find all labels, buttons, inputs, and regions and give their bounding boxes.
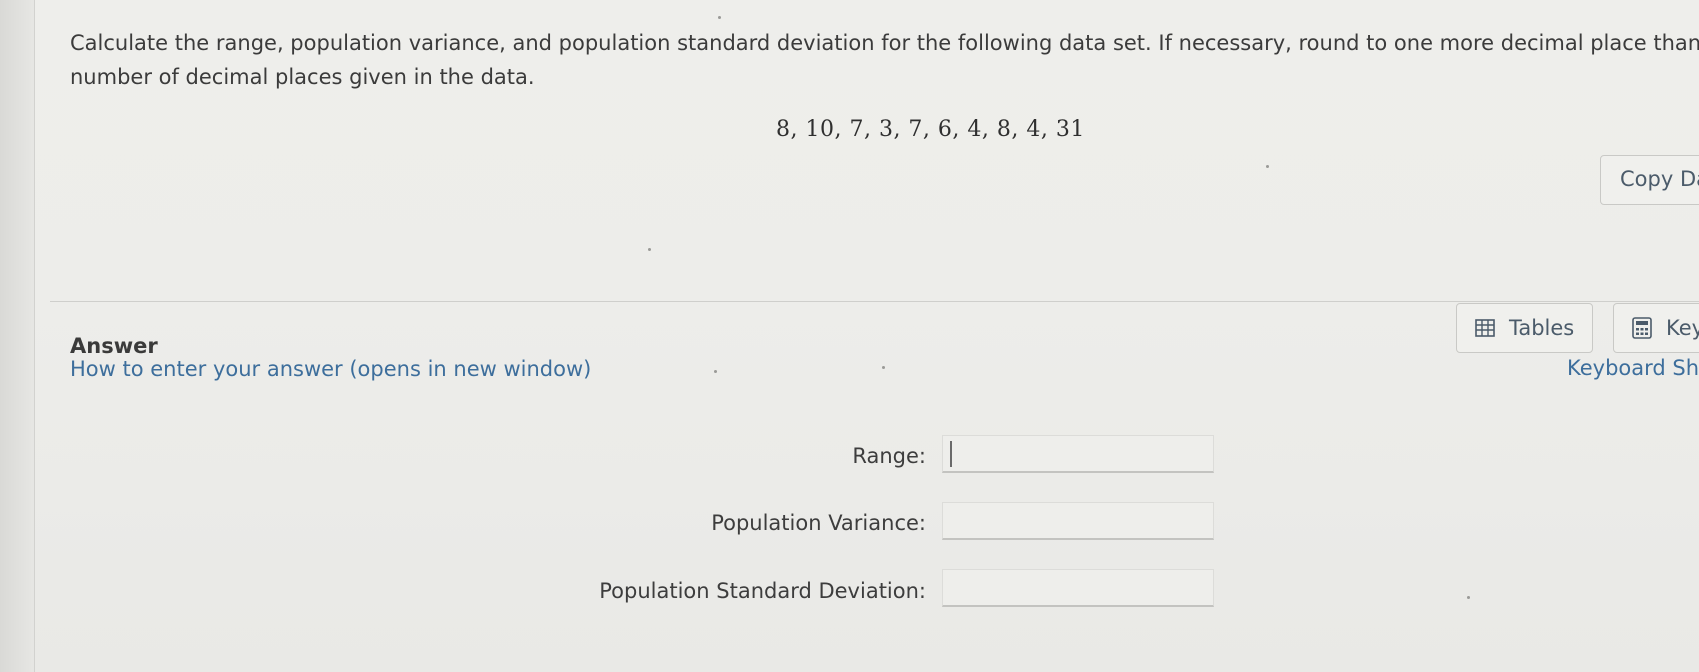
screen-speck bbox=[1467, 596, 1470, 599]
question-text: Calculate the range, population variance… bbox=[70, 26, 1699, 94]
population-standard-deviation-label: Population Standard Deviation: bbox=[599, 579, 926, 603]
tables-button[interactable]: Tables bbox=[1456, 303, 1593, 353]
range-input[interactable] bbox=[942, 435, 1214, 473]
screen-speck bbox=[1266, 165, 1269, 168]
range-label: Range: bbox=[852, 444, 926, 468]
page-background: Calculate the range, population variance… bbox=[0, 0, 1699, 672]
keyboard-shortcuts-link[interactable]: Keyboard Shortcuts bbox=[1567, 356, 1699, 380]
screen-speck bbox=[714, 370, 717, 373]
table-grid-icon bbox=[1475, 319, 1495, 337]
question-line-1: Calculate the range, population variance… bbox=[70, 31, 1699, 55]
copy-data-button[interactable]: Copy Data bbox=[1600, 155, 1699, 205]
screen-speck bbox=[718, 16, 721, 19]
data-set: 8, 10, 7, 3, 7, 6, 4, 8, 4, 31 bbox=[776, 117, 1085, 142]
text-cursor bbox=[950, 441, 952, 467]
tables-button-label: Tables bbox=[1509, 316, 1575, 340]
keypad-button[interactable]: Keypad bbox=[1613, 303, 1699, 353]
screen-speck bbox=[648, 248, 651, 251]
screen-speck bbox=[882, 366, 885, 369]
section-divider bbox=[50, 301, 1699, 302]
keypad-button-label: Keypad bbox=[1666, 316, 1699, 340]
population-variance-input[interactable] bbox=[942, 502, 1214, 540]
how-to-enter-answer-link[interactable]: How to enter your answer (opens in new w… bbox=[70, 357, 591, 381]
population-standard-deviation-input[interactable] bbox=[942, 569, 1214, 607]
population-variance-label: Population Variance: bbox=[711, 511, 926, 535]
question-panel bbox=[34, 0, 1699, 672]
question-line-2: number of decimal places given in the da… bbox=[70, 65, 535, 89]
answer-heading: Answer bbox=[70, 334, 158, 358]
calculator-icon bbox=[1632, 317, 1652, 339]
